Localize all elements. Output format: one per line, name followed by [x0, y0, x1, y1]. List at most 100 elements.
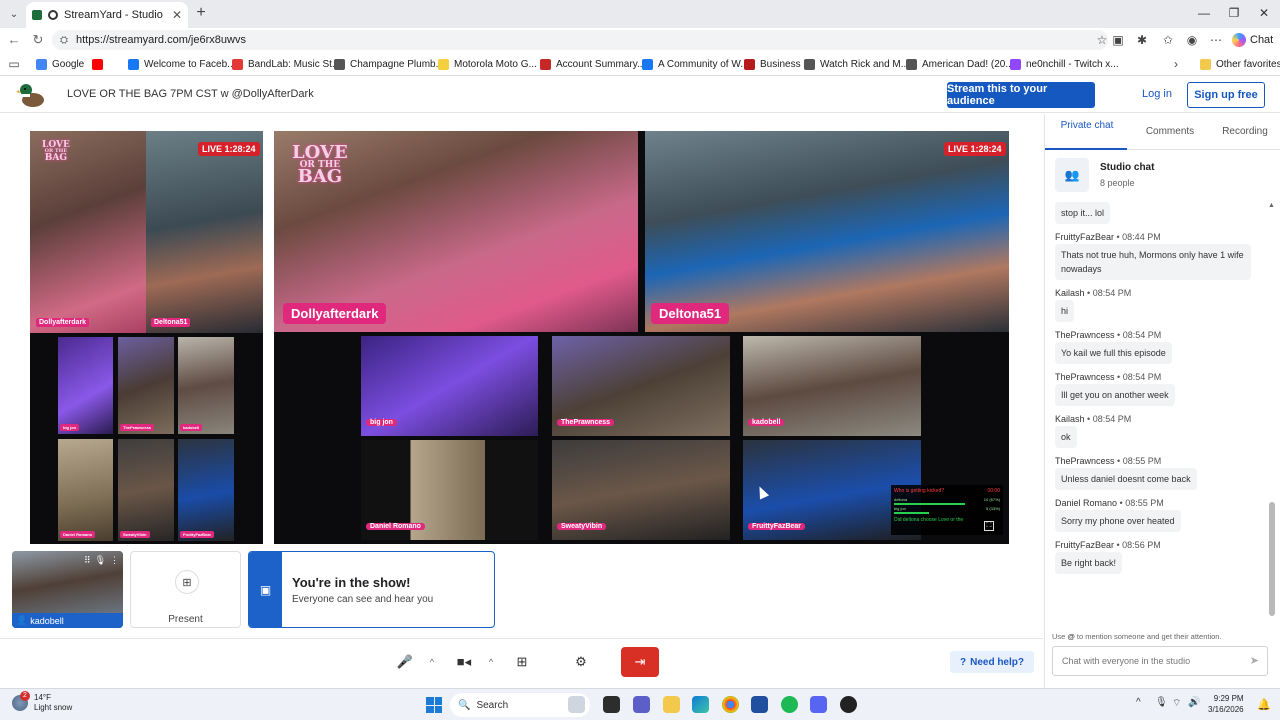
bookmark-item[interactable]: Motorola Moto G... — [438, 56, 537, 72]
share-screen-button[interactable]: ⊞ — [505, 647, 539, 677]
teams-icon[interactable] — [633, 696, 650, 713]
tab-search-chevron-icon[interactable]: ⌄ — [4, 4, 24, 24]
camera-options-chevron-icon[interactable]: ^ — [483, 647, 499, 677]
fullscreen-icon[interactable]: ⛶ — [984, 521, 994, 531]
discord-icon[interactable] — [810, 696, 827, 713]
folder-icon — [1200, 58, 1211, 70]
signup-button[interactable]: Sign up free — [1187, 82, 1265, 108]
bookmark-label: Account Summary... — [556, 58, 646, 70]
camera-button[interactable]: ■◂ — [447, 647, 481, 677]
bookmark-item[interactable]: Account Summary... — [540, 56, 645, 72]
bookmark-item[interactable]: Watch Rick and M... — [804, 56, 909, 72]
streamyard-duck-logo-icon[interactable] — [16, 80, 46, 110]
settings-gear-button[interactable]: ⚙ — [564, 647, 598, 677]
bookmark-item[interactable]: Business — [744, 56, 801, 72]
leave-studio-button[interactable]: ⇥ — [621, 647, 659, 677]
spotify-icon[interactable] — [781, 696, 798, 713]
bookmarks-overflow-chevron-icon[interactable]: › — [1168, 56, 1184, 72]
scroll-up-icon[interactable]: ▲ — [1268, 202, 1275, 209]
start-windows-icon[interactable] — [426, 697, 442, 713]
host-name-badge: Dollyafterdark — [283, 303, 387, 324]
camera-in-use-icon[interactable]: ▣ — [1110, 32, 1126, 48]
edge-browser-icon[interactable] — [692, 696, 709, 713]
bookmark-item[interactable]: A Community of W... — [642, 56, 749, 72]
chat-time: 08:54 PM — [1122, 372, 1162, 382]
taskbar-clock[interactable]: 9:29 PM 3/16/2026 — [1208, 693, 1244, 715]
bookmark-item[interactable]: American Dad! (20... — [906, 56, 1014, 72]
drag-handle-icon[interactable]: ⠿ — [84, 555, 91, 566]
bookmark-favicon-icon — [438, 58, 449, 70]
bookmarks-panel-icon[interactable]: ▭ — [6, 56, 22, 72]
scrollbar-thumb[interactable] — [1269, 502, 1275, 616]
bookmark-item[interactable] — [92, 56, 103, 72]
send-icon[interactable]: ➤ — [1250, 654, 1259, 667]
address-bar[interactable]: ⛭ https://streamyard.com/je6rx8uwvs — [52, 30, 1108, 50]
chat-message: Kailash • 08:54 PM ok — [1055, 413, 1269, 448]
window-close-icon[interactable]: ✕ — [1254, 6, 1274, 20]
vote-row: deltona 10 (67%) — [894, 497, 1000, 502]
bookmark-label: Motorola Moto G... — [454, 58, 537, 70]
bookmark-label: Watch Rick and M... — [820, 58, 910, 70]
chat-author: ThePrawncess — [1055, 372, 1115, 382]
tray-mic-icon[interactable]: 🎙 — [1155, 697, 1168, 708]
bookmark-item[interactable]: Welcome to Faceb... — [128, 56, 236, 72]
chat-author: ThePrawncess — [1055, 456, 1115, 466]
chat-input[interactable]: Chat with everyone in the studio ➤ — [1052, 646, 1268, 676]
extensions-icon[interactable]: ✱ — [1134, 32, 1150, 48]
chat-message-text: Yo kail we full this episode — [1055, 342, 1172, 364]
self-preview-tile[interactable]: ⠿ 🎙 ⋮ 👤 kadobell — [12, 551, 123, 628]
minimize-icon[interactable]: — — [1194, 6, 1214, 20]
weather-icon: 2 — [12, 691, 30, 711]
tab-comments[interactable]: Comments — [1135, 126, 1205, 138]
microphone-button[interactable]: 🎤 — [388, 647, 422, 677]
panda-widget-icon[interactable] — [568, 696, 585, 713]
tab-private-chat[interactable]: Private chat — [1059, 120, 1115, 132]
browser-tab[interactable]: StreamYard - Studio ✕ — [26, 2, 188, 28]
chat-time: 08:54 PM — [1122, 330, 1162, 340]
chat-message-text: Be right back! — [1055, 552, 1123, 574]
live-timer-badge: LIVE 1:28:24 — [198, 142, 260, 156]
file-explorer-icon[interactable] — [663, 696, 680, 713]
copilot-chat-button[interactable]: Chat — [1232, 31, 1273, 49]
tray-wifi-icon[interactable]: ⌔ — [1172, 697, 1181, 710]
bookmark-item[interactable]: BandLab: Music St... — [232, 56, 340, 72]
task-view-icon[interactable] — [603, 696, 620, 713]
chrome-icon[interactable] — [722, 696, 739, 713]
tab-close-icon[interactable]: ✕ — [172, 8, 182, 22]
chat-message-list[interactable]: stop it... lol FruittyFazBear • 08:44 PM T… — [1055, 202, 1269, 720]
main-stage-panel: LOVE OR THE BAG LIVE 1:28:24 Dollyafterdar… — [274, 131, 1009, 544]
chat-scrollbar[interactable]: ▲ — [1268, 202, 1275, 618]
tray-overflow-chevron-icon[interactable]: ^ — [1136, 697, 1141, 708]
mic-options-chevron-icon[interactable]: ^ — [424, 647, 440, 677]
microsoft-store-icon[interactable] — [751, 696, 768, 713]
need-help-button[interactable]: ? Need help? — [950, 651, 1034, 673]
tile-menu-icon[interactable]: ⋮ — [110, 555, 119, 566]
present-button[interactable]: ⊞ Present — [130, 551, 241, 628]
bookmark-label: Champagne Plumb... — [350, 58, 444, 70]
new-tab-icon[interactable]: + — [192, 5, 210, 23]
bookmark-item[interactable]: Google — [36, 56, 84, 72]
back-icon[interactable]: ← — [6, 32, 22, 48]
tab-recording[interactable]: Recording — [1213, 126, 1277, 138]
tray-volume-icon[interactable]: 🔊 — [1188, 697, 1200, 708]
love-or-the-bag-logo: LOVE OR THE BAG — [42, 140, 70, 163]
chat-message-meta: Daniel Romano • 08:55 PM — [1055, 497, 1269, 510]
other-favorites[interactable]: Other favorites — [1200, 56, 1280, 72]
favorite-star-icon[interactable]: ☆ — [1094, 32, 1110, 48]
favorites-icon[interactable]: ✩ — [1160, 32, 1176, 48]
site-info-icon[interactable]: ⛭ — [60, 35, 68, 46]
more-menu-icon[interactable]: ⋯ — [1208, 32, 1224, 48]
separator-dot: • — [1117, 498, 1126, 508]
chat-author: Kailash — [1055, 288, 1085, 298]
stream-to-audience-button[interactable]: Stream this to your audience — [947, 82, 1095, 108]
restore-icon[interactable]: ❐ — [1224, 6, 1244, 20]
bookmark-item[interactable]: ne0nchill - Twitch x... — [1010, 56, 1119, 72]
obs-icon[interactable] — [840, 696, 857, 713]
login-link[interactable]: Log in — [1142, 88, 1172, 100]
weather-widget[interactable]: 2 14°F Light snow — [12, 691, 72, 713]
notifications-bell-icon[interactable]: 🔔 — [1257, 698, 1271, 711]
reload-icon[interactable]: ↻ — [30, 32, 46, 48]
profile-icon[interactable]: ◉ — [1184, 32, 1200, 48]
bookmark-item[interactable]: Champagne Plumb... — [334, 56, 444, 72]
mic-icon[interactable]: 🎙 — [95, 555, 106, 566]
